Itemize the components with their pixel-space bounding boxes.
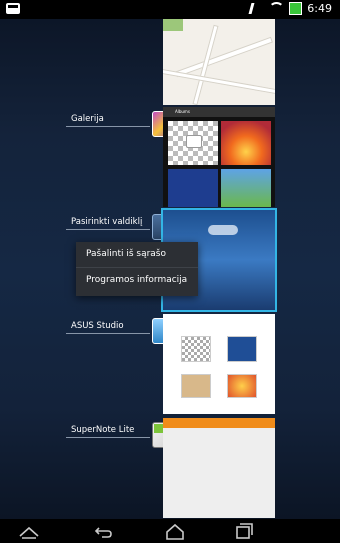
recent-app-label-asus-studio: ASUS Studio	[71, 321, 124, 331]
recents-icon[interactable]	[232, 522, 256, 540]
studio-tile-2	[227, 336, 257, 362]
recent-app-card-maps[interactable]	[163, 19, 275, 105]
notification-icon	[6, 3, 20, 14]
label-divider	[66, 126, 150, 127]
recent-app-label-widget-picker: Pasirinkti valdiklį	[71, 217, 143, 227]
label-divider	[66, 437, 150, 438]
gallery-tile-cyclists	[221, 169, 271, 207]
studio-tile-1	[181, 336, 211, 362]
status-bar: 6:49	[0, 0, 340, 19]
status-icons: 6:49	[248, 2, 332, 15]
studio-tile-4	[227, 374, 257, 398]
recent-app-card-asus-studio[interactable]	[163, 314, 275, 414]
recent-app-card-galerija[interactable]: Albums	[163, 107, 275, 207]
recent-app-label-supernote: SuperNote Lite	[71, 425, 135, 435]
gallery-tile-blue	[168, 169, 218, 207]
cloud-shape	[208, 225, 238, 235]
battery-icon	[289, 2, 303, 15]
menu-item-app-info[interactable]: Programos informacija	[76, 268, 198, 293]
gallery-tile-camera	[168, 121, 218, 165]
home-icon[interactable]	[163, 522, 187, 540]
wifi-icon	[269, 2, 285, 15]
back-icon[interactable]	[90, 522, 114, 540]
label-divider	[66, 229, 150, 230]
label-divider	[66, 333, 150, 334]
menu-up-icon[interactable]	[17, 522, 41, 540]
mute-icon	[248, 3, 266, 14]
context-menu: Pašalinti iš sąrašo Programos informacij…	[76, 242, 198, 296]
recent-app-label-galerija: Galerija	[71, 114, 104, 124]
supernote-icon-corner	[154, 424, 163, 433]
clock: 6:49	[307, 2, 332, 15]
recent-app-card-supernote[interactable]	[163, 418, 275, 518]
gallery-tile-sunset	[221, 121, 271, 165]
supernote-toolbar	[163, 418, 275, 428]
navigation-bar	[0, 519, 340, 543]
map-park-area	[163, 19, 183, 31]
camera-icon	[186, 135, 202, 148]
gallery-header: Albums	[163, 107, 275, 117]
menu-item-remove-from-list[interactable]: Pašalinti iš sąrašo	[76, 242, 198, 268]
studio-tile-3	[181, 374, 211, 398]
